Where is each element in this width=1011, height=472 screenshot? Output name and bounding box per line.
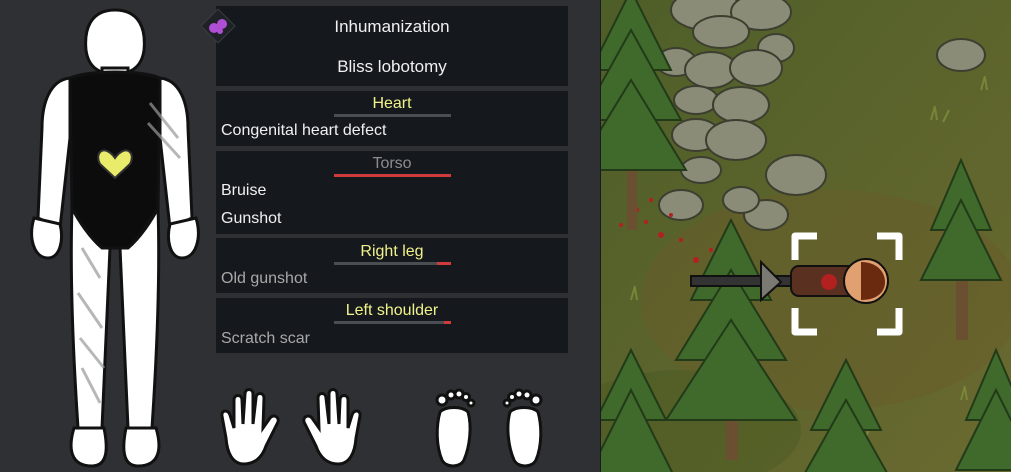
body-part-panel-right-leg[interactable]: Right leg Old gunshot	[216, 238, 568, 293]
whole-body-panel[interactable]: Inhumanization Bliss lobotomy	[216, 6, 568, 86]
condition-row[interactable]: Bliss lobotomy	[216, 57, 568, 77]
condition-row[interactable]: Old gunshot	[221, 270, 307, 288]
body-part-panel-heart[interactable]: Heart Congenital heart defect	[216, 91, 568, 146]
condition-row[interactable]: Bruise	[221, 182, 266, 200]
left-foot-icon[interactable]	[430, 386, 478, 470]
body-silhouette	[30, 8, 200, 468]
health-tab: Inhumanization Bliss lobotomy Heart Cong…	[0, 0, 600, 472]
damage-bar-fill	[436, 262, 451, 265]
damage-bar	[334, 174, 451, 177]
right-hand-icon[interactable]	[298, 388, 364, 468]
damage-bar	[334, 262, 451, 265]
damage-bar-fill	[334, 174, 451, 177]
damage-bar	[334, 114, 451, 117]
condition-row[interactable]: Inhumanization	[216, 17, 568, 37]
body-part-panel-left-shoulder[interactable]: Left shoulder Scratch scar	[216, 298, 568, 353]
right-foot-icon[interactable]	[500, 386, 548, 470]
condition-row[interactable]: Congenital heart defect	[221, 122, 386, 140]
body-part-title: Torso	[372, 155, 412, 172]
body-part-panel-torso[interactable]: Torso Bruise Gunshot	[216, 151, 568, 234]
left-hand-icon[interactable]	[218, 388, 284, 468]
map-scene	[601, 0, 1011, 472]
implant-icon	[200, 8, 236, 44]
condition-row[interactable]: Gunshot	[221, 210, 281, 228]
body-part-title: Left shoulder	[345, 302, 439, 319]
game-map-view[interactable]	[601, 0, 1011, 472]
damage-bar-fill	[443, 321, 451, 324]
damage-bar	[334, 321, 451, 324]
body-part-title: Right leg	[360, 243, 424, 260]
body-part-title: Heart	[372, 95, 412, 112]
condition-row[interactable]: Scratch scar	[221, 330, 310, 348]
